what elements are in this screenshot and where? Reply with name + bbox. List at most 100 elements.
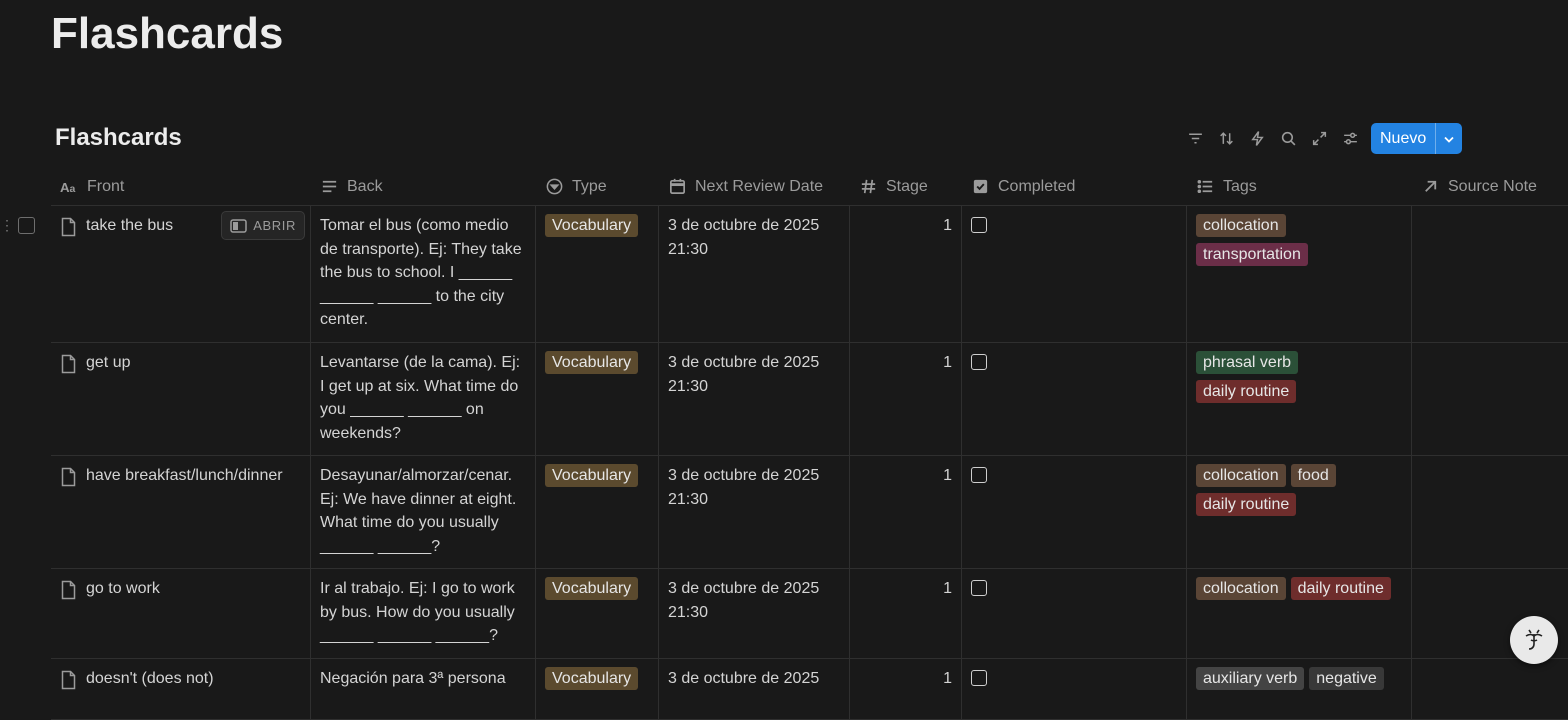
new-dropdown-chevron-icon[interactable] bbox=[1435, 123, 1462, 154]
type-cell[interactable]: Vocabulary bbox=[536, 659, 659, 719]
type-tag: Vocabulary bbox=[545, 464, 639, 487]
table-row[interactable]: ⋮ take the bus ABRIR Tomar el bus (como … bbox=[0, 206, 1568, 343]
open-label: ABRIR bbox=[253, 217, 296, 233]
date-cell[interactable]: 3 de octubre de 2025 21:30 bbox=[659, 206, 850, 342]
column-label: Next Review Date bbox=[695, 177, 824, 195]
date-cell[interactable]: 3 de octubre de 2025 21:30 bbox=[659, 569, 850, 658]
sort-icon[interactable] bbox=[1211, 123, 1242, 154]
type-tag: Vocabulary bbox=[545, 667, 639, 690]
row-select-checkbox[interactable] bbox=[18, 217, 35, 234]
back-cell[interactable]: Desayunar/almorzar/cenar. Ej: We have di… bbox=[311, 456, 536, 568]
front-cell[interactable]: have breakfast/lunch/dinner bbox=[51, 456, 311, 568]
column-label: Source Note bbox=[1448, 177, 1537, 195]
front-text: get up bbox=[86, 354, 131, 371]
expand-icon[interactable] bbox=[1304, 123, 1335, 154]
column-header-completed[interactable]: Completed bbox=[962, 168, 1187, 205]
tag: transportation bbox=[1196, 243, 1308, 266]
database-title[interactable]: Flashcards bbox=[55, 122, 182, 154]
tag: collocation bbox=[1196, 214, 1286, 237]
completed-checkbox[interactable] bbox=[971, 217, 987, 233]
relation-icon bbox=[1425, 180, 1437, 192]
type-cell[interactable]: Vocabulary bbox=[536, 343, 659, 455]
column-label: Back bbox=[347, 177, 383, 195]
page-icon bbox=[61, 217, 76, 237]
source-note-cell[interactable] bbox=[1412, 206, 1568, 342]
stage-cell[interactable]: 1 bbox=[850, 206, 962, 342]
new-button-group: Nuevo bbox=[1371, 123, 1463, 154]
open-page-button[interactable]: ABRIR bbox=[221, 211, 305, 240]
search-icon[interactable] bbox=[1273, 123, 1304, 154]
back-cell[interactable]: Negación para 3ª persona bbox=[311, 659, 536, 719]
table-row[interactable]: go to work Ir al trabajo. Ej: I go to wo… bbox=[51, 569, 1568, 659]
tag: collocation bbox=[1196, 577, 1286, 600]
column-label: Type bbox=[572, 177, 607, 195]
settings-sliders-icon[interactable] bbox=[1335, 123, 1366, 154]
automation-bolt-icon[interactable] bbox=[1242, 123, 1273, 154]
tags-cell[interactable]: phrasal verb daily routine bbox=[1187, 343, 1412, 455]
date-cell[interactable]: 3 de octubre de 2025 bbox=[659, 659, 850, 719]
column-header-type[interactable]: Type bbox=[536, 168, 659, 205]
stage-cell[interactable]: 1 bbox=[850, 343, 962, 455]
checkbox-icon bbox=[973, 179, 988, 194]
type-cell[interactable]: Vocabulary bbox=[536, 569, 659, 658]
select-icon bbox=[546, 178, 563, 195]
completed-cell[interactable] bbox=[962, 206, 1187, 342]
tags-cell[interactable]: collocation daily routine bbox=[1187, 569, 1412, 658]
completed-checkbox[interactable] bbox=[971, 670, 987, 686]
column-header-next-review-date[interactable]: Next Review Date bbox=[659, 168, 850, 205]
column-label: Tags bbox=[1223, 177, 1257, 195]
table-row[interactable]: get up Levantarse (de la cama). Ej: I ge… bbox=[51, 343, 1568, 456]
front-cell[interactable]: go to work bbox=[51, 569, 311, 658]
table-row[interactable]: doesn't (does not) Negación para 3ª pers… bbox=[51, 659, 1568, 720]
title-icon: Aa bbox=[60, 180, 76, 195]
completed-checkbox[interactable] bbox=[971, 354, 987, 370]
completed-cell[interactable] bbox=[962, 456, 1187, 568]
column-label: Stage bbox=[886, 177, 928, 195]
completed-cell[interactable] bbox=[962, 659, 1187, 719]
column-header-tags[interactable]: Tags bbox=[1187, 168, 1412, 205]
tags-cell[interactable]: collocation transportation bbox=[1187, 206, 1412, 342]
source-note-cell[interactable] bbox=[1412, 343, 1568, 455]
date-cell[interactable]: 3 de octubre de 2025 21:30 bbox=[659, 456, 850, 568]
back-cell[interactable]: Levantarse (de la cama). Ej: I get up at… bbox=[311, 343, 536, 455]
completed-cell[interactable] bbox=[962, 343, 1187, 455]
drag-handle-icon[interactable]: ⋮ bbox=[0, 214, 14, 237]
tag: phrasal verb bbox=[1196, 351, 1299, 374]
tags-cell[interactable]: auxiliary verb negative bbox=[1187, 659, 1412, 719]
column-header-source-note[interactable]: Source Note bbox=[1412, 168, 1568, 205]
type-cell[interactable]: Vocabulary bbox=[536, 456, 659, 568]
source-note-cell[interactable] bbox=[1412, 456, 1568, 568]
front-cell[interactable]: get up bbox=[51, 343, 311, 455]
table-row[interactable]: have breakfast/lunch/dinner Desayunar/al… bbox=[51, 456, 1568, 569]
front-cell[interactable]: doesn't (does not) bbox=[51, 659, 311, 719]
tag: negative bbox=[1309, 667, 1384, 690]
stage-cell[interactable]: 1 bbox=[850, 456, 962, 568]
type-tag: Vocabulary bbox=[545, 214, 639, 237]
tag: daily routine bbox=[1196, 493, 1297, 516]
stage-cell[interactable]: 1 bbox=[850, 659, 962, 719]
page-icon bbox=[61, 580, 76, 600]
back-cell[interactable]: Ir al trabajo. Ej: I go to work by bus. … bbox=[311, 569, 536, 658]
filter-icon[interactable] bbox=[1180, 123, 1211, 154]
table-header: Aa Front Back Type Next Review Date Stag… bbox=[51, 168, 1568, 206]
new-button[interactable]: Nuevo bbox=[1371, 123, 1435, 154]
help-assistant-button[interactable] bbox=[1510, 616, 1558, 664]
completed-checkbox[interactable] bbox=[971, 467, 987, 483]
front-text: have breakfast/lunch/dinner bbox=[86, 467, 283, 484]
tag: daily routine bbox=[1196, 380, 1297, 403]
column-header-stage[interactable]: Stage bbox=[850, 168, 962, 205]
completed-cell[interactable] bbox=[962, 569, 1187, 658]
type-cell[interactable]: Vocabulary bbox=[536, 206, 659, 342]
front-text: doesn't (does not) bbox=[86, 670, 214, 687]
front-cell[interactable]: take the bus ABRIR bbox=[51, 206, 311, 342]
completed-checkbox[interactable] bbox=[971, 580, 987, 596]
row-controls: ⋮ bbox=[0, 214, 35, 237]
tags-cell[interactable]: collocation food daily routine bbox=[1187, 456, 1412, 568]
column-header-front[interactable]: Aa Front bbox=[51, 168, 311, 205]
column-header-back[interactable]: Back bbox=[311, 168, 536, 205]
stage-cell[interactable]: 1 bbox=[850, 569, 962, 658]
date-cell[interactable]: 3 de octubre de 2025 21:30 bbox=[659, 343, 850, 455]
source-note-cell[interactable] bbox=[1412, 659, 1568, 719]
database-toolbar: Nuevo bbox=[1180, 123, 1463, 154]
back-cell[interactable]: Tomar el bus (como medio de transporte).… bbox=[311, 206, 536, 342]
